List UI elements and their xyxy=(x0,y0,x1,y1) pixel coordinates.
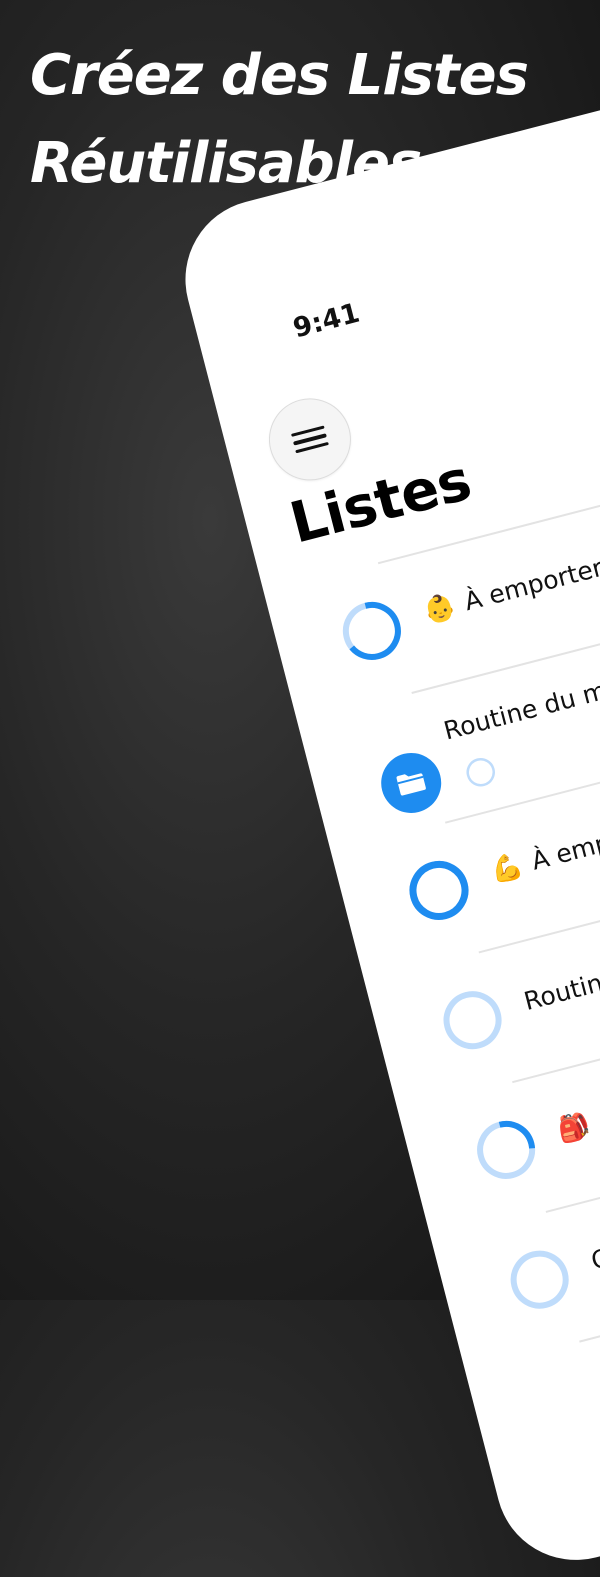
phone-mockup: 9:41 Listes 👶À emporter à la crècheRouti… xyxy=(168,31,600,1577)
headline-line-1: Créez des Listes xyxy=(30,43,529,108)
progress-ring-icon xyxy=(443,991,502,1050)
list-item-label: Routine du matin xyxy=(440,663,600,746)
progress-ring-icon xyxy=(409,860,469,920)
app-screen: 9:41 Listes 👶À emporter à la crècheRouti… xyxy=(168,31,600,1577)
status-bar-time: 9:41 xyxy=(290,297,363,345)
progress-ring-icon xyxy=(477,1120,536,1179)
list-item-title: 👶À emporter à la crèche xyxy=(420,516,600,628)
list-item-label: Quitter la maison xyxy=(588,1193,600,1276)
list-item-title: 🎒À emporter au t xyxy=(555,1057,600,1146)
hamburger-menu-icon xyxy=(290,420,331,458)
list-item-label: À emporter au t xyxy=(595,1057,600,1136)
folder-icon xyxy=(374,746,448,820)
list-item-emoji: 💪 xyxy=(487,850,527,888)
list-item-label: À emporter à la salle xyxy=(528,782,600,876)
list-item-title: Quitter la maison xyxy=(588,1193,600,1275)
list-item-emoji: 🎒 xyxy=(554,1109,594,1147)
menu-button[interactable] xyxy=(259,389,360,490)
small-progress-ring-icon xyxy=(466,757,495,787)
progress-ring-icon xyxy=(510,1250,569,1309)
list-item-label: À emporter à la crèche xyxy=(461,516,600,617)
list-item-title: Routine du soir xyxy=(521,941,600,1016)
progress-ring-icon xyxy=(342,601,401,660)
list-item-label: Routine du soir xyxy=(521,941,600,1017)
list-item-emoji: 👶 xyxy=(420,590,460,628)
